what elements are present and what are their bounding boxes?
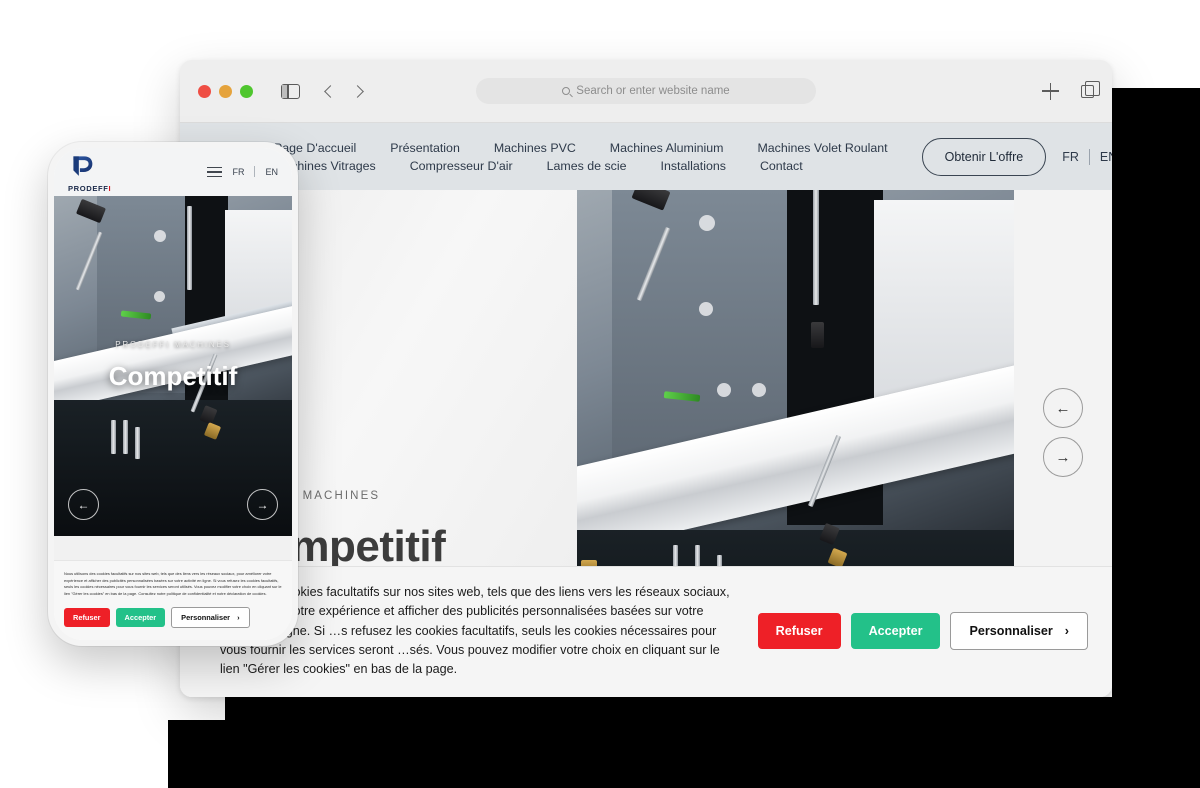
phone-site-header: PRODEFFI FR EN [54,148,292,196]
nav-item-compresseur-dair[interactable]: Compresseur D'air [410,159,513,173]
language-switcher: FR EN [1062,148,1112,165]
address-bar[interactable]: Search or enter website name [476,78,816,104]
phone-hero-overlay: PRODEFFI MACHINES Competitif [54,196,292,536]
hero-eyebrow: EFFI MACHINES [264,490,381,502]
nav-item-presentation[interactable]: Présentation [390,141,460,155]
cookie-customize-label: Personnaliser [969,624,1053,639]
phone-mockup: PRODEFFI FR EN PRODEFFI MACHINES Competi… [48,142,298,646]
backdrop-shape-bottom [225,697,1200,788]
window-controls[interactable] [198,84,253,98]
site-header: Page D'accueil Présentation Machines PVC… [180,123,1112,190]
hamburger-menu-icon[interactable] [207,164,223,180]
lang-separator [1088,148,1090,165]
forward-icon[interactable] [351,84,364,98]
nav-item-machines-volet-roulant[interactable]: Machines Volet Roulant [757,141,887,155]
phone-logo-word: PRODEFF [68,183,109,193]
backdrop-shape-bottom-left [168,720,228,788]
phone-lang-fr[interactable]: FR [232,167,244,177]
phone-carousel-next-button[interactable]: → [247,489,278,520]
minimize-button[interactable] [219,84,232,98]
phone-screen: PRODEFFI FR EN PRODEFFI MACHINES Competi… [54,148,292,640]
backdrop-shape-right [1112,88,1200,788]
phone-lang-en[interactable]: EN [265,167,278,177]
zoom-button[interactable] [240,84,253,98]
phone-cookie-refuse-button[interactable]: Refuser [64,608,110,627]
nav-item-machines-aluminium[interactable]: Machines Aluminium [610,141,724,155]
carousel-prev-button[interactable]: ← [1043,388,1083,428]
phone-lang-separator [254,166,256,178]
phone-hero-headline: Competitif [108,361,238,391]
nav-item-machines-pvc[interactable]: Machines PVC [494,141,576,155]
search-icon [562,87,571,95]
get-offer-button[interactable]: Obtenir L'offre [921,137,1047,176]
phone-logo[interactable]: PRODEFFI [68,152,112,193]
address-bar-placeholder: Search or enter website name [576,85,730,97]
phone-cookie-banner: Nous utilisons des cookies facultatifs s… [54,559,292,640]
phone-carousel-prev-button[interactable]: ← [68,489,99,520]
phone-logo-accent: I [108,183,112,193]
nav-item-lames-de-scie[interactable]: Lames de scie [547,159,627,173]
back-icon[interactable] [324,84,337,98]
toolbar-right-actions [1042,81,1100,100]
backdrop-shape-notch [1168,88,1200,100]
cookie-banner: …ons des cookies facultatifs sur nos sit… [180,566,1112,697]
phone-cookie-accept-button[interactable]: Accepter [115,608,166,627]
lang-fr[interactable]: FR [1062,150,1079,164]
cookie-customize-button[interactable]: Personnaliser › [950,612,1088,651]
carousel-next-button[interactable]: → [1043,437,1083,477]
navigation-arrows [324,84,364,98]
nav-item-contact[interactable]: Contact [760,159,803,173]
screenshot-stage: Search or enter website name Page D'accu… [0,0,1200,788]
tab-overview-icon[interactable] [1081,81,1100,98]
phone-logo-text: PRODEFFI [68,183,112,193]
plus-icon[interactable] [1042,82,1059,100]
prodeffi-logo-icon [73,155,93,176]
chevron-right-icon: › [237,613,240,622]
main-navigation: Page D'accueil Présentation Machines PVC… [274,141,922,173]
cookie-accept-button[interactable]: Accepter [850,613,941,650]
phone-header-right: FR EN [207,164,278,180]
browser-window: Search or enter website name Page D'accu… [180,60,1112,697]
phone-hero-eyebrow: PRODEFFI MACHINES [115,340,231,349]
nav-row-1: Page D'accueil Présentation Machines PVC… [274,141,922,155]
chevron-right-icon: › [1064,624,1069,639]
phone-cookie-customize-label: Personnaliser [181,613,231,622]
nav-row-2: Machines Vitrages Compresseur D'air Lame… [274,159,922,173]
cookie-refuse-button[interactable]: Refuser [757,613,841,650]
browser-toolbar: Search or enter website name [180,60,1112,123]
phone-cookie-customize-button[interactable]: Personnaliser › [171,607,250,628]
close-button[interactable] [198,84,211,98]
sidebar-icon[interactable] [281,83,300,99]
cookie-banner-actions: Refuser Accepter Personnaliser › [757,612,1088,651]
phone-cookie-actions: Refuser Accepter Personnaliser › [64,607,282,628]
lang-en[interactable]: EN [1100,150,1112,164]
hero-headline: ompetitif [264,522,446,571]
nav-item-installations[interactable]: Installations [661,159,726,173]
phone-hero: PRODEFFI MACHINES Competitif ← → [54,196,292,536]
phone-cookie-banner-text: Nous utilisons des cookies facultatifs s… [64,570,282,597]
